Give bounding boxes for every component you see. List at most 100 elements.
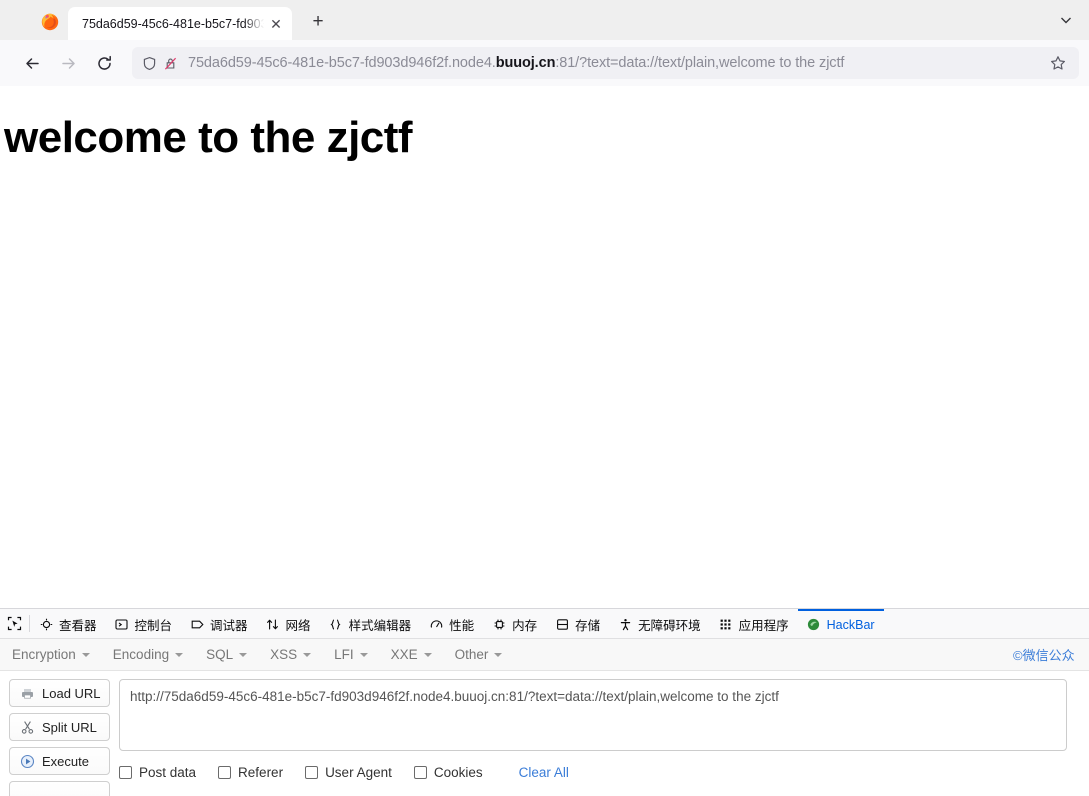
storage-icon [555, 618, 569, 632]
chevron-down-icon[interactable] [1051, 6, 1081, 34]
hackbar-menu-xss[interactable]: XSS [270, 647, 324, 662]
clear-all-link[interactable]: Clear All [519, 765, 569, 780]
menu-label: SQL [206, 647, 234, 662]
url-domain: buuoj.cn [495, 55, 556, 71]
devtools-tab-label: 内存 [512, 619, 538, 633]
tab-title: 75da6d59-45c6-481e-b5c7-fd903d946f2f.nod… [82, 16, 266, 31]
style-editor-icon [329, 618, 343, 632]
shield-icon[interactable] [142, 56, 157, 71]
hackbar-extra-button-clipped[interactable] [9, 781, 110, 796]
hackbar-options-row: Post data Referer User Agent Cookies Cle… [119, 765, 1067, 780]
page-viewport: welcome to the zjctf [0, 86, 1089, 608]
menu-label: LFI [334, 647, 354, 662]
devtools-tab-performance[interactable]: 性能 [420, 609, 483, 638]
devtools-tab-label: 样式编辑器 [348, 619, 412, 633]
checkbox-user-agent[interactable]: User Agent [305, 765, 392, 780]
split-url-button[interactable]: Split URL [9, 713, 110, 741]
devtools-tab-bar: 查看器 控制台 调试器 网络 样式编辑器 性能 内存 存储 无障碍环境 应用程序… [0, 609, 1089, 639]
checkbox-label: User Agent [325, 765, 392, 780]
close-icon[interactable]: ✕ [266, 14, 286, 34]
devtools-tab-application[interactable]: 应用程序 [710, 609, 798, 638]
browser-window: 75da6d59-45c6-481e-b5c7-fd903d946f2f.nod… [0, 0, 1089, 796]
devtools-tab-label: 性能 [449, 619, 475, 633]
devtools-tab-memory[interactable]: 内存 [483, 609, 546, 638]
address-bar[interactable]: 75da6d59-45c6-481e-b5c7-fd903d946f2f.nod… [132, 47, 1079, 79]
chevron-down-icon [303, 652, 312, 657]
checkbox-post-data[interactable]: Post data [119, 765, 196, 780]
hackbar-menu-sql[interactable]: SQL [206, 647, 260, 662]
debugger-icon [190, 618, 204, 632]
hackbar-menu-other[interactable]: Other [455, 647, 516, 662]
devtools-tab-label: HackBar [826, 617, 875, 632]
inspector-icon [39, 618, 53, 632]
hackbar-menu-encoding[interactable]: Encoding [113, 647, 196, 662]
page-title: welcome to the zjctf [4, 113, 413, 162]
browser-tab-active[interactable]: 75da6d59-45c6-481e-b5c7-fd903d946f2f.nod… [68, 7, 292, 40]
devtools-tab-debugger[interactable]: 调试器 [181, 609, 257, 638]
hackbar-main-column: Post data Referer User Agent Cookie [110, 679, 1089, 796]
execute-icon [19, 753, 35, 769]
devtools-panel: 查看器 控制台 调试器 网络 样式编辑器 性能 内存 存储 无障碍环境 应用程序… [0, 608, 1089, 796]
checkbox-box[interactable] [413, 766, 427, 779]
devtools-tab-label: 网络 [285, 619, 311, 633]
load-url-button[interactable]: Load URL [9, 679, 110, 707]
devtools-tab-label: 无障碍环境 [638, 619, 701, 633]
split-url-icon [19, 719, 35, 735]
hackbar-url-input[interactable] [119, 679, 1067, 751]
tab-strip: 75da6d59-45c6-481e-b5c7-fd903d946f2f.nod… [0, 0, 1089, 40]
firefox-logo-icon [40, 11, 60, 31]
hackbar-body: Load URL Split URL Execute http://75da6d… [0, 671, 1089, 796]
checkbox-label: Referer [238, 765, 284, 780]
devtools-tab-console[interactable]: 控制台 [106, 609, 182, 638]
menu-label: XXE [390, 647, 418, 662]
forward-arrow-icon [52, 47, 84, 79]
back-arrow-icon[interactable] [16, 47, 48, 79]
permissions-blocked-icon[interactable] [163, 56, 178, 71]
hackbar-button-column: Load URL Split URL Execute [0, 679, 110, 796]
menu-label: XSS [270, 647, 298, 662]
devtools-tab-inspector[interactable]: 查看器 [30, 609, 106, 638]
new-tab-button[interactable]: + [304, 8, 332, 36]
hackbar-panel: Encryption Encoding SQL XSS LFI XXE Othe… [0, 639, 1089, 796]
checkbox-referer[interactable]: Referer [218, 765, 283, 780]
performance-icon [429, 618, 443, 632]
chevron-down-icon [423, 652, 432, 657]
navigation-toolbar: 75da6d59-45c6-481e-b5c7-fd903d946f2f.nod… [0, 40, 1089, 86]
devtools-tab-label: 存储 [575, 619, 601, 633]
accessibility-icon [618, 618, 632, 632]
hackbar-menu-lfi[interactable]: LFI [334, 647, 381, 662]
application-icon [719, 618, 733, 632]
network-icon [266, 618, 280, 632]
chevron-down-icon [81, 652, 90, 657]
load-url-icon [19, 685, 35, 701]
hackbar-menu-encryption[interactable]: Encryption [12, 647, 103, 662]
element-picker-icon[interactable] [0, 609, 29, 638]
menu-label: Other [454, 647, 489, 662]
button-label: Load URL [42, 685, 101, 701]
star-icon[interactable] [1045, 50, 1071, 76]
hackbar-menu-bar: Encryption Encoding SQL XSS LFI XXE Othe… [0, 639, 1089, 671]
console-icon [115, 618, 129, 632]
wechat-credit-label: ©微信公众 [1013, 648, 1075, 663]
reload-icon[interactable] [88, 47, 120, 79]
devtools-tab-network[interactable]: 网络 [257, 609, 320, 638]
devtools-tab-label: 调试器 [210, 619, 248, 633]
chevron-down-icon [239, 652, 248, 657]
button-label: Execute [42, 753, 89, 769]
url-suffix: :81/?text=data://text/plain,welcome to t… [555, 55, 845, 71]
devtools-tab-style-editor[interactable]: 样式编辑器 [320, 609, 421, 638]
menu-label: Encryption [12, 647, 76, 662]
devtools-tab-label: 控制台 [134, 619, 173, 633]
chevron-down-icon [359, 652, 368, 657]
hackbar-menu-xxe[interactable]: XXE [391, 647, 445, 662]
checkbox-box[interactable] [218, 766, 232, 779]
devtools-tab-hackbar[interactable]: HackBar [797, 609, 884, 638]
execute-button[interactable]: Execute [9, 747, 110, 775]
checkbox-box[interactable] [119, 766, 132, 779]
memory-icon [492, 618, 506, 632]
checkbox-cookies[interactable]: Cookies [413, 765, 483, 780]
url-text: 75da6d59-45c6-481e-b5c7-fd903d946f2f.nod… [188, 55, 1045, 71]
devtools-tab-storage[interactable]: 存储 [546, 609, 609, 638]
checkbox-box[interactable] [305, 766, 319, 779]
devtools-tab-accessibility[interactable]: 无障碍环境 [609, 609, 710, 638]
